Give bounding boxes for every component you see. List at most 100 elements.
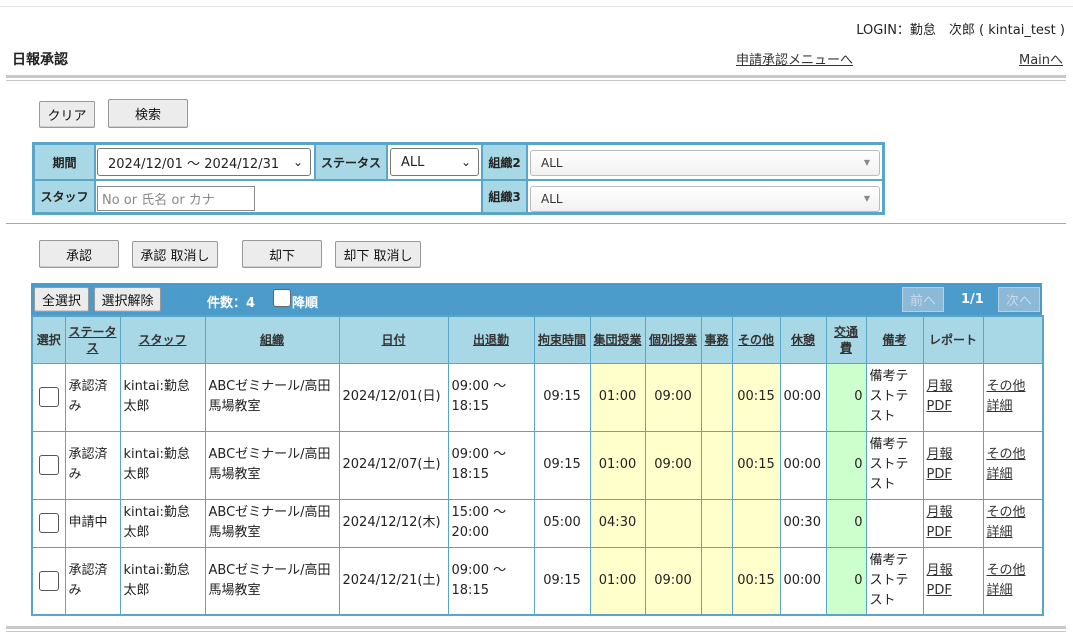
individual-cell: 09:00 — [644, 546, 702, 616]
status-label: ステータス — [315, 144, 387, 180]
pdf-link[interactable]: PDF — [927, 523, 980, 543]
col-break[interactable]: 休憩 — [779, 315, 827, 364]
reject-cancel-button[interactable]: 却下 取消し — [335, 241, 421, 268]
pdf-link[interactable]: PDF — [927, 397, 980, 417]
row-checkbox[interactable] — [38, 455, 59, 475]
col-restraint[interactable]: 拘束時間 — [533, 315, 591, 364]
org2-value: ALL — [541, 156, 563, 170]
col-staff[interactable]: スタッフ — [119, 315, 206, 364]
org2-label: 組織2 — [482, 144, 527, 180]
transport-cell: 0 — [825, 430, 867, 500]
org2-select[interactable]: ALL ▼ — [530, 150, 880, 176]
remarks-cell: 備考テストテスト — [865, 546, 924, 616]
report-links-cell: 月報 PDF — [922, 546, 984, 616]
header-divider — [6, 75, 1066, 81]
row-checkbox[interactable] — [38, 387, 59, 407]
transport-cell: 0 — [825, 498, 867, 548]
row-checkbox[interactable] — [38, 513, 59, 533]
pdf-link[interactable]: PDF — [927, 581, 980, 601]
clear-button[interactable]: クリア — [39, 101, 95, 128]
col-extra — [982, 315, 1044, 364]
login-info: LOGIN：勤怠 次郎 ( kintai_test ) — [856, 23, 1065, 38]
col-individual[interactable]: 個別授業 — [644, 315, 702, 364]
monthly-report-link[interactable]: 月報 — [927, 445, 980, 465]
col-transport[interactable]: 交通費 — [825, 315, 867, 364]
report-table: 選択 ステータス スタッフ 組織 日付 出退勤 拘束時間 集団授業 個別授業 事… — [31, 315, 1044, 616]
report-links-cell: 月報 PDF — [922, 498, 984, 548]
attendance-cell: 09:00 ～ 18:15 — [447, 362, 535, 432]
col-office[interactable]: 事務 — [700, 315, 733, 364]
other-link[interactable]: その他 — [987, 561, 1040, 581]
other-links-cell: その他 詳細 — [982, 362, 1044, 432]
detail-link[interactable]: 詳細 — [987, 581, 1040, 601]
status-value: ALL — [401, 154, 425, 170]
date-cell: 2024/12/01(日) — [338, 362, 449, 432]
pdf-link[interactable]: PDF — [927, 465, 980, 485]
deselect-all-button[interactable]: 選択解除 — [94, 287, 161, 312]
detail-link[interactable]: 詳細 — [987, 397, 1040, 417]
date-cell: 2024/12/12(木) — [338, 498, 449, 548]
page-title: 日報承認 — [12, 52, 68, 68]
col-group[interactable]: 集団授業 — [589, 315, 646, 364]
other-links-cell: その他 詳細 — [982, 430, 1044, 500]
col-report: レポート — [922, 315, 984, 364]
monthly-report-link[interactable]: 月報 — [927, 377, 980, 397]
col-org[interactable]: 組織 — [204, 315, 340, 364]
reject-button[interactable]: 却下 — [242, 240, 322, 268]
prev-page-button[interactable]: 前へ — [902, 287, 944, 312]
search-button[interactable]: 検索 — [108, 99, 188, 128]
staff-search-input[interactable]: No or 氏名 or カナ — [97, 186, 255, 211]
other-cell: 00:15 — [731, 546, 781, 616]
group-cell: 01:00 — [589, 362, 646, 432]
approve-button[interactable]: 承認 — [39, 240, 119, 268]
period-select[interactable]: 2024/12/01 ～ 2024/12/31 ⌄ — [97, 148, 311, 176]
other-link[interactable]: その他 — [987, 377, 1040, 397]
select-all-button[interactable]: 全選択 — [34, 287, 89, 312]
monthly-report-link[interactable]: 月報 — [927, 561, 980, 581]
staff-cell: kintai:勤怠太郎 — [119, 498, 206, 548]
col-select: 選択 — [31, 315, 66, 364]
date-cell: 2024/12/07(土) — [338, 430, 449, 500]
detail-link[interactable]: 詳細 — [987, 465, 1040, 485]
table-row: 承認済み kintai:勤怠太郎 ABCゼミナール/高田馬場教室 2024/12… — [31, 546, 1044, 616]
col-date[interactable]: 日付 — [338, 315, 449, 364]
individual-cell: 09:00 — [644, 362, 702, 432]
status-cell: 承認済み — [64, 430, 121, 500]
footer-divider — [6, 626, 1066, 632]
status-cell: 申請中 — [64, 498, 121, 548]
staff-placeholder: No or 氏名 or カナ — [102, 193, 215, 208]
approval-menu-link[interactable]: 申請承認メニューへ — [736, 49, 853, 68]
remarks-cell: 備考テストテスト — [865, 430, 924, 500]
section-divider — [6, 223, 1066, 224]
desc-order-checkbox[interactable] — [273, 289, 291, 307]
main-link[interactable]: Mainへ — [1019, 49, 1063, 68]
row-checkbox[interactable] — [38, 570, 59, 591]
col-status[interactable]: ステータス — [64, 315, 121, 364]
search-form: 期間 ステータス 組織2 スタッフ 組織3 2024/12/01 ～ 2024/… — [32, 142, 885, 215]
col-other[interactable]: その他 — [731, 315, 781, 364]
group-cell: 04:30 — [589, 498, 646, 548]
table-row: 承認済み kintai:勤怠太郎 ABCゼミナール/高田馬場教室 2024/12… — [31, 430, 1044, 500]
other-link[interactable]: その他 — [987, 503, 1040, 523]
other-cell — [731, 498, 781, 548]
break-cell: 00:00 — [779, 430, 827, 500]
other-link[interactable]: その他 — [987, 445, 1040, 465]
status-cell: 承認済み — [64, 362, 121, 432]
table-row: 承認済み kintai:勤怠太郎 ABCゼミナール/高田馬場教室 2024/12… — [31, 362, 1044, 432]
monthly-report-link[interactable]: 月報 — [927, 503, 980, 523]
office-cell — [700, 430, 733, 500]
col-remarks[interactable]: 備考 — [865, 315, 924, 364]
group-cell: 01:00 — [589, 430, 646, 500]
date-cell: 2024/12/21(土) — [338, 546, 449, 616]
org3-value: ALL — [541, 192, 563, 206]
attendance-cell: 15:00 ～ 20:00 — [447, 498, 535, 548]
status-select[interactable]: ALL ⌄ — [390, 148, 479, 176]
report-links-cell: 月報 PDF — [922, 430, 984, 500]
next-page-button[interactable]: 次へ — [998, 287, 1040, 312]
col-attendance[interactable]: 出退勤 — [447, 315, 535, 364]
row-select-cell — [31, 430, 66, 500]
org-cell: ABCゼミナール/高田馬場教室 — [204, 498, 340, 548]
org3-select[interactable]: ALL ▼ — [530, 186, 880, 212]
approve-cancel-button[interactable]: 承認 取消し — [132, 241, 218, 268]
detail-link[interactable]: 詳細 — [987, 523, 1040, 543]
